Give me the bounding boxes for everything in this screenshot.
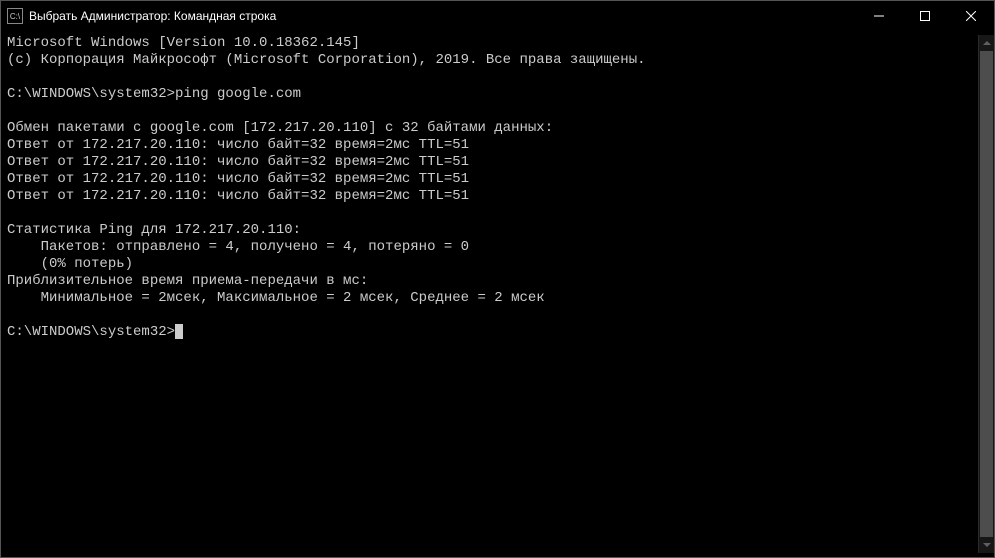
scrollbar-down-button[interactable]	[979, 537, 994, 553]
scrollbar-thumb[interactable]	[980, 51, 993, 537]
scrollbar[interactable]	[978, 35, 994, 553]
scrollbar-track[interactable]	[979, 51, 994, 537]
chevron-down-icon	[983, 543, 991, 547]
minimize-icon	[874, 11, 884, 21]
cursor	[175, 324, 183, 339]
minimize-button[interactable]	[856, 1, 902, 31]
maximize-icon	[920, 11, 930, 21]
close-button[interactable]	[948, 1, 994, 31]
command-prompt-window: C:\ Выбрать Администратор: Командная стр…	[0, 0, 995, 558]
prompt: C:\WINDOWS\system32>	[7, 324, 175, 340]
terminal-body[interactable]: Microsoft Windows [Version 10.0.18362.14…	[1, 31, 994, 557]
scrollbar-up-button[interactable]	[979, 35, 994, 51]
app-icon-text: C:\	[10, 12, 20, 21]
titlebar[interactable]: C:\ Выбрать Администратор: Командная стр…	[1, 1, 994, 31]
app-icon: C:\	[7, 8, 23, 24]
window-title: Выбрать Администратор: Командная строка	[29, 9, 276, 23]
maximize-button[interactable]	[902, 1, 948, 31]
close-icon	[966, 11, 976, 21]
terminal-output: Microsoft Windows [Version 10.0.18362.14…	[7, 35, 978, 553]
window-controls	[856, 1, 994, 31]
chevron-up-icon	[983, 41, 991, 45]
